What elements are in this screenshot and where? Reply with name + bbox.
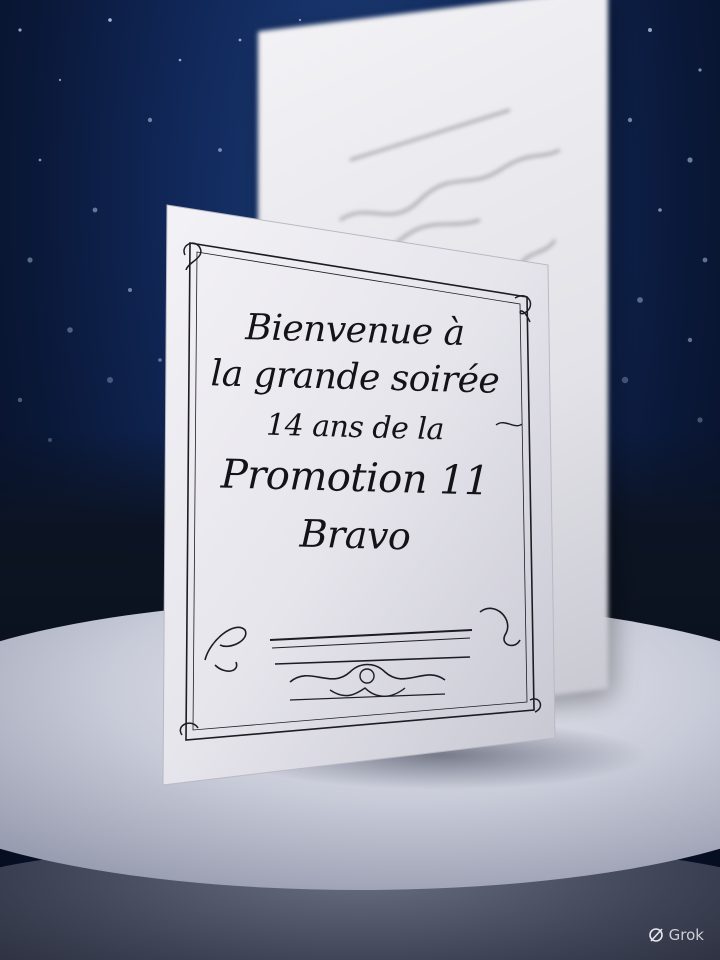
closing-line: Bravo xyxy=(299,511,411,559)
grok-logo-icon xyxy=(648,928,663,942)
greeting-line: Bienvenue à xyxy=(244,307,466,354)
promotion-line: Promotion 11 xyxy=(220,451,490,505)
anniversary-line: 14 ans de la xyxy=(265,407,445,448)
invitation-text: Bienvenue à la grande soirée 14 ans de l… xyxy=(190,300,520,558)
watermark-label: Grok xyxy=(668,926,704,944)
event-line: la grande soirée xyxy=(210,353,500,402)
night-scene: Bienvenue à la grande soirée 14 ans de l… xyxy=(0,0,720,960)
grok-watermark: Grok xyxy=(648,926,704,944)
